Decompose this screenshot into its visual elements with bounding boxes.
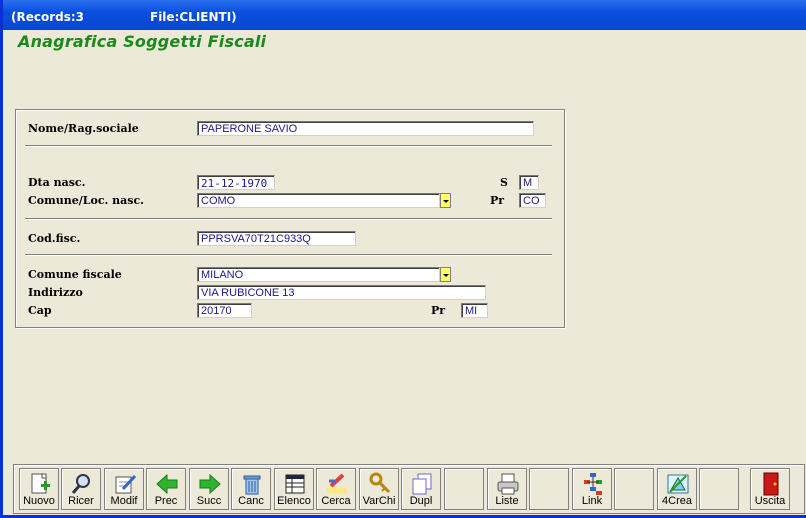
toolbar-button-label: Succ (196, 495, 222, 507)
client-area: Anagrafica Soggetti Fiscali Nome/Rag.soc… (6, 30, 806, 515)
comune-fisc-label: Comune fiscale (28, 268, 122, 281)
toolbar-button-empty[interactable] (614, 468, 654, 510)
printer-icon (496, 472, 520, 496)
divider (25, 145, 552, 147)
toolbar-button-canc[interactable]: Canc (231, 468, 271, 510)
duplicate-icon (410, 472, 434, 496)
arrow-right-icon (198, 472, 222, 496)
toolbar-button-succ[interactable]: Succ (189, 468, 229, 510)
toolbar-button-label: Canc (238, 495, 264, 507)
arrow-left-icon (155, 472, 179, 496)
toolbar-button-label: Prec (154, 495, 178, 507)
toolbar-button-modif[interactable]: Modif (104, 468, 144, 510)
toolbar-button-empty[interactable] (444, 468, 484, 510)
dta-nasc-label: Dta nasc. (28, 176, 86, 189)
toolbar-button-4crea[interactable]: 4Crea (657, 468, 697, 510)
dta-nasc-field[interactable]: 21-12-1970 (197, 175, 275, 190)
comune-nasc-dropdown-button[interactable] (440, 193, 451, 208)
comune-nasc-label: Comune/Loc. nasc. (28, 194, 145, 207)
toolbar-button-varchi[interactable]: VarChi (359, 468, 399, 510)
toolbar-button-label: 4Crea (662, 495, 692, 507)
divider (25, 218, 552, 220)
cap-field[interactable]: 20170 (197, 303, 252, 318)
trash-icon (240, 472, 264, 496)
toolbar-button-nuovo[interactable]: Nuovo (19, 468, 59, 510)
toolbar-button-label: Modif (110, 495, 138, 507)
toolbar-button-ricer[interactable]: Ricer (61, 468, 101, 510)
toolbar-button-label: Ricer (68, 495, 94, 507)
toolbar-button-empty[interactable] (529, 468, 569, 510)
toolbar-button-link[interactable]: Link (572, 468, 612, 510)
pr-nasc-label: Pr (490, 194, 505, 207)
toolbar: Nuovo Ricer Modif Prec Succ Canc Elenco Cerca Va… (13, 464, 805, 514)
toolbar-button-cerca[interactable]: Cerca (316, 468, 356, 510)
form-panel: Nome/Rag.sociale PAPERONE SAVIO Dta nasc… (15, 109, 565, 328)
file-name: File:CLIENTI) (150, 10, 237, 24)
pr-fisc-field[interactable]: MI (461, 303, 488, 318)
toolbar-button-empty[interactable] (699, 468, 739, 510)
codfisc-field[interactable]: PPRSVA70T21C933Q (197, 231, 356, 246)
toolbar-button-label: VarChi (362, 495, 396, 507)
search-icon (70, 472, 94, 496)
toolbar-button-label: Liste (495, 495, 519, 507)
toolbar-button-label: Dupl (409, 495, 433, 507)
indirizzo-field[interactable]: VIA RUBICONE 13 (197, 285, 486, 300)
application-window: (Records:3 File:CLIENTI) Anagrafica Sogg… (0, 0, 806, 518)
toolbar-button-label: Nuovo (23, 495, 55, 507)
page-title: Anagrafica Soggetti Fiscali (18, 32, 267, 51)
title-bar[interactable]: (Records:3 File:CLIENTI) (3, 0, 806, 30)
codfisc-label: Cod.fisc. (28, 232, 81, 245)
sesso-label: S (500, 176, 508, 189)
pr-nasc-field[interactable]: CO (519, 193, 546, 208)
highlight-icon (325, 472, 349, 496)
new-document-icon (28, 472, 52, 496)
toolbar-button-label: Link (581, 495, 603, 507)
nome-label: Nome/Rag.sociale (28, 122, 139, 135)
sesso-field[interactable]: M (519, 175, 539, 190)
records-count: (Records:3 (11, 10, 85, 24)
keys-icon (368, 472, 392, 496)
toolbar-button-liste[interactable]: Liste (487, 468, 527, 510)
comune-fisc-field[interactable]: MILANO (197, 267, 440, 282)
comune-fisc-dropdown-button[interactable] (440, 267, 451, 282)
edit-icon (113, 472, 137, 496)
toolbar-button-uscita[interactable]: Uscita (750, 468, 790, 510)
toolbar-button-dupl[interactable]: Dupl (401, 468, 441, 510)
toolbar-button-label: Elenco (277, 495, 311, 507)
nome-field[interactable]: PAPERONE SAVIO (197, 121, 534, 136)
comune-nasc-field[interactable]: COMO (197, 193, 440, 208)
exit-door-icon (759, 472, 783, 496)
divider (25, 254, 552, 256)
indirizzo-label: Indirizzo (28, 286, 83, 299)
cap-label: Cap (28, 304, 52, 317)
pr-fisc-label: Pr (431, 304, 446, 317)
create-icon (666, 472, 690, 496)
list-icon (283, 472, 307, 496)
toolbar-button-prec[interactable]: Prec (146, 468, 186, 510)
toolbar-button-elenco[interactable]: Elenco (274, 468, 314, 510)
toolbar-button-label: Cerca (321, 495, 351, 507)
toolbar-button-label: Uscita (754, 495, 786, 507)
link-icon (581, 472, 605, 496)
